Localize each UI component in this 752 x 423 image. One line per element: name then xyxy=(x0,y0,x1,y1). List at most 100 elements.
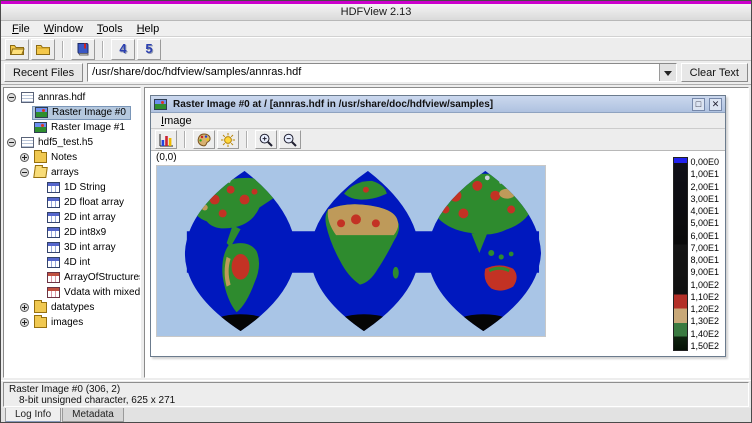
menu-tools[interactable]: Tools xyxy=(90,22,130,36)
image-view-area: (0,0) xyxy=(151,151,725,356)
status-line-object: Raster Image #0 (306, 2) xyxy=(9,384,743,395)
palette-tick-label: 4,00E1 xyxy=(690,206,719,216)
palette-legend: 0,00E01,00E12,00E13,00E14,00E15,00E16,00… xyxy=(673,157,719,351)
tree-item-2d-int-array[interactable]: 2D int array xyxy=(4,210,140,225)
tree-item-hdf5-test-h5[interactable]: hdf5_test.h5 xyxy=(4,135,140,150)
zoom-out-icon xyxy=(282,132,298,148)
tree-toggle-icon[interactable] xyxy=(20,303,29,312)
brightness-icon xyxy=(220,132,236,148)
chart-view-button[interactable] xyxy=(155,130,177,149)
palette-tick-label: 1,40E2 xyxy=(690,329,719,339)
close-file-icon xyxy=(35,41,51,57)
tree-item-arrayofstructures[interactable]: ArrayOfStructures xyxy=(4,270,140,285)
tree-item-annras-hdf[interactable]: annras.hdf xyxy=(4,90,140,105)
tree-item-4d-int[interactable]: 4D int xyxy=(4,255,140,270)
tab-metadata[interactable]: Metadata xyxy=(62,408,124,422)
svg-text:5: 5 xyxy=(145,41,152,56)
tree-item-1d-string[interactable]: 1D String xyxy=(4,180,140,195)
dataset-icon xyxy=(47,182,60,193)
clear-text-button[interactable]: Clear Text xyxy=(681,63,748,82)
toolbar-separator xyxy=(62,41,64,58)
file-path-combobox[interactable]: /usr/share/doc/hdfview/samples/annras.hd… xyxy=(87,63,677,82)
close-button[interactable]: ✕ xyxy=(709,98,722,111)
recent-files-button[interactable]: Recent Files xyxy=(4,63,83,82)
world-map-image[interactable] xyxy=(156,165,546,337)
dataset-icon xyxy=(47,212,60,223)
tree-toggle-icon[interactable] xyxy=(7,93,16,102)
maximize-button[interactable]: □ xyxy=(692,98,705,111)
file-tree: annras.hdf Raster Image #0 Raster Image #1… xyxy=(3,87,141,378)
folder-open-icon xyxy=(33,167,48,178)
folder-icon xyxy=(34,302,47,313)
dataset-icon xyxy=(47,242,60,253)
tree-toggle-icon[interactable] xyxy=(20,318,29,327)
tree-item-label: images xyxy=(49,317,85,328)
brightness-button[interactable] xyxy=(217,130,239,149)
tree-item-label: datatypes xyxy=(49,302,96,313)
zoom-in-button[interactable] xyxy=(255,130,277,149)
toolbar-separator xyxy=(246,131,248,148)
tree-item-label: ArrayOfStructures xyxy=(62,272,141,283)
tree-item-3d-int-array[interactable]: 3D int array xyxy=(4,240,140,255)
menu-help[interactable]: Help xyxy=(130,22,167,36)
menu-file[interactable]: File xyxy=(5,22,37,36)
folder-icon xyxy=(34,152,47,163)
tab-log-info[interactable]: Log Info xyxy=(5,408,61,422)
dataset-icon xyxy=(47,257,60,268)
tree-item-label: 1D String xyxy=(62,182,108,193)
tree-item-arrays[interactable]: arrays xyxy=(4,165,140,180)
palette-button[interactable] xyxy=(193,130,215,149)
tree-toggle-icon[interactable] xyxy=(7,138,16,147)
palette-colorbar xyxy=(673,157,688,351)
tree-item-vdata-with-mixed-type[interactable]: Vdata with mixed type xyxy=(4,285,140,300)
tree-item-label: Notes xyxy=(49,152,79,163)
palette-labels: 0,00E01,00E12,00E13,00E14,00E15,00E16,00… xyxy=(690,157,719,351)
tree-item-label: Raster Image #0 xyxy=(50,107,128,118)
file-icon xyxy=(21,137,34,148)
tree-toggle-icon[interactable] xyxy=(20,153,29,162)
raster-image-icon xyxy=(154,99,167,110)
combobox-dropdown-button[interactable] xyxy=(659,64,676,81)
palette-tick-label: 9,00E1 xyxy=(690,267,719,277)
palette-tick-label: 1,30E2 xyxy=(690,316,719,326)
palette-tick-label: 7,00E1 xyxy=(690,243,719,253)
help-button[interactable] xyxy=(71,39,95,60)
image-frame-titlebar[interactable]: Raster Image #0 at / [annras.hdf in /usr… xyxy=(151,96,725,113)
palette-tick-label: 1,00E2 xyxy=(690,280,719,290)
tree-toggle-icon[interactable] xyxy=(20,168,29,177)
tree-item-notes[interactable]: Notes xyxy=(4,150,140,165)
palette-tick-label: 1,50E2 xyxy=(690,341,719,351)
file-icon xyxy=(21,92,34,103)
chart-icon xyxy=(158,132,174,148)
tree-item-images[interactable]: images xyxy=(4,315,140,330)
dataset-icon xyxy=(47,197,60,208)
titlebar[interactable]: HDFView 2.13 xyxy=(1,4,751,21)
tree-item-2d-int8x9[interactable]: 2D int8x9 xyxy=(4,225,140,240)
palette-icon xyxy=(196,132,212,148)
zoom-out-button[interactable] xyxy=(279,130,301,149)
tree-item-label: 2D float array xyxy=(62,197,126,208)
menu-image[interactable]: Image xyxy=(154,114,199,128)
open-file-button[interactable] xyxy=(5,39,29,60)
palette-tick-label: 2,00E1 xyxy=(690,182,719,192)
palette-tick-label: 0,00E0 xyxy=(690,157,719,167)
tree-item-raster-image-1[interactable]: Raster Image #1 xyxy=(4,120,140,135)
menu-window[interactable]: Window xyxy=(37,22,90,36)
hdf4-icon: 4 4 xyxy=(115,41,131,57)
file-path-value[interactable]: /usr/share/doc/hdfview/samples/annras.hd… xyxy=(88,64,659,81)
tree-item-datatypes[interactable]: datatypes xyxy=(4,300,140,315)
palette-tick-label: 6,00E1 xyxy=(690,231,719,241)
toolbar-separator xyxy=(102,41,104,58)
tree-item-label: annras.hdf xyxy=(36,92,87,103)
svg-text:4: 4 xyxy=(119,41,127,56)
menubar: FileWindowToolsHelp xyxy=(1,21,751,37)
image-frame[interactable]: Raster Image #0 at / [annras.hdf in /usr… xyxy=(150,95,726,357)
palette-tick-label: 1,00E1 xyxy=(690,169,719,179)
tree-item-raster-image-0[interactable]: Raster Image #0 xyxy=(4,105,140,120)
close-file-button[interactable] xyxy=(31,39,55,60)
hdf5-library-button[interactable]: 5 5 xyxy=(137,39,161,60)
hdf4-library-button[interactable]: 4 4 xyxy=(111,39,135,60)
hdfview-window: HDFView 2.13 FileWindowToolsHelp xyxy=(0,0,752,423)
status-bar: Raster Image #0 (306, 2) 8-bit unsigned … xyxy=(1,380,751,408)
tree-item-2d-float-array[interactable]: 2D float array xyxy=(4,195,140,210)
